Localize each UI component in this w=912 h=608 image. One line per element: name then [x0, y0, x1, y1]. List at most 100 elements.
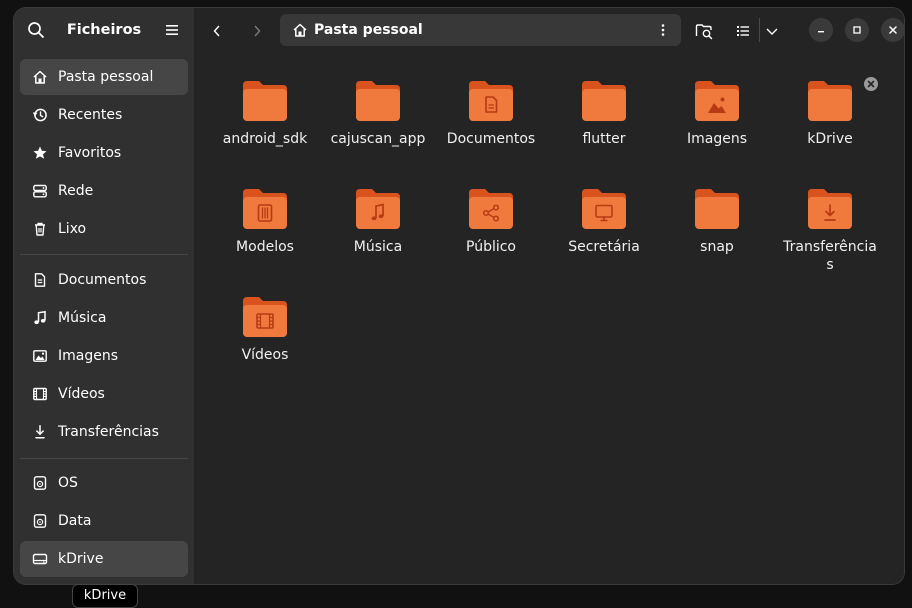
network-icon [32, 183, 48, 199]
sidebar-item-music[interactable]: Música [20, 300, 188, 336]
close-icon [867, 80, 875, 88]
tooltip: kDrive [72, 584, 138, 608]
minimize-button[interactable] [809, 18, 833, 42]
sidebar-item-label: Imagens [58, 348, 119, 364]
sidebar-item-label: Transferências [58, 424, 159, 440]
main-menu-button[interactable] [162, 20, 182, 40]
folder-item[interactable]: flutter [554, 79, 654, 148]
folder-videos-icon [243, 297, 287, 337]
folder-item[interactable]: kDrive [780, 79, 880, 148]
chevron-down-icon [766, 28, 778, 35]
back-button[interactable] [206, 20, 228, 42]
folder-item[interactable]: snap [667, 187, 767, 256]
folder-item[interactable]: cajuscan_app [328, 79, 428, 148]
file-manager-window: Ficheiros Pasta pessoal Recentes Favorit… [14, 8, 904, 584]
drive-icon [32, 551, 48, 567]
app-title: Ficheiros [66, 22, 142, 38]
maximize-icon [853, 26, 861, 34]
folder-publicshare-icon [469, 189, 513, 229]
folder-item[interactable]: Música [328, 187, 428, 256]
sidebar-item-network[interactable]: Rede [20, 173, 188, 209]
document-icon [32, 272, 48, 288]
folder-icon [582, 81, 626, 121]
folder-icon [808, 81, 852, 121]
clock-icon [32, 107, 48, 123]
folder-icon [243, 81, 287, 121]
music-icon [32, 310, 48, 326]
folder-item[interactable]: Transferências [780, 187, 880, 274]
view-list-button[interactable] [732, 20, 754, 42]
download-icon [32, 424, 48, 440]
sidebar-item-data[interactable]: Data [20, 503, 188, 539]
sidebar-item-label: Data [58, 513, 92, 529]
folder-name: Imagens [686, 131, 747, 147]
sidebar-item-pictures[interactable]: Imagens [20, 338, 188, 374]
folder-item[interactable]: Imagens [667, 79, 767, 148]
sidebar: Ficheiros Pasta pessoal Recentes Favorit… [14, 8, 194, 584]
sidebar-item-label: Documentos [58, 272, 147, 288]
sidebar-header: Ficheiros [14, 8, 194, 52]
sidebar-separator [20, 458, 188, 459]
trash-icon [32, 221, 48, 237]
image-icon [32, 348, 48, 364]
search-button[interactable] [26, 20, 46, 40]
sidebar-item-kdrive[interactable]: kDrive [20, 541, 188, 577]
sidebar-item-label: Favoritos [58, 145, 122, 161]
folder-name: Transferências [783, 239, 877, 273]
folder-icon [695, 189, 739, 229]
folder-documents-icon [469, 81, 513, 121]
view-options-button[interactable] [761, 20, 783, 42]
folder-name: Documentos [446, 131, 536, 147]
breadcrumb[interactable]: Pasta pessoal [314, 22, 423, 38]
toolbar-separator [759, 18, 760, 42]
sidebar-item-starred[interactable]: Favoritos [20, 135, 188, 171]
folder-name: Público [466, 239, 516, 255]
chevron-left-icon [213, 25, 220, 37]
sidebar-item-label: Vídeos [58, 386, 105, 402]
sidebar-item-videos[interactable]: Vídeos [20, 376, 188, 412]
close-button[interactable] [881, 18, 904, 42]
folder-item[interactable]: Secretária [554, 187, 654, 256]
video-icon [32, 386, 48, 402]
sidebar-item-label: Pasta pessoal [58, 69, 154, 85]
hamburger-menu-icon [166, 25, 178, 35]
folder-download-icon [808, 189, 852, 229]
sidebar-item-documents[interactable]: Documentos [20, 262, 188, 298]
sidebar-item-label: Rede [58, 183, 94, 199]
maximize-button[interactable] [845, 18, 869, 42]
sidebar-item-label: Recentes [58, 107, 123, 123]
folder-name: snap [700, 239, 734, 255]
sidebar-item-label: kDrive [58, 551, 104, 567]
folder-item[interactable]: android_sdk [215, 79, 315, 148]
folder-music-icon [356, 189, 400, 229]
path-bar[interactable]: Pasta pessoal [280, 14, 681, 46]
search-folder-button[interactable] [693, 20, 715, 42]
sidebar-item-recent[interactable]: Recentes [20, 97, 188, 133]
folder-item[interactable]: Modelos [215, 187, 315, 256]
folder-item[interactable]: Público [441, 187, 541, 256]
sidebar-item-label: Música [58, 310, 107, 326]
search-icon [28, 22, 44, 38]
sidebar-item-os[interactable]: OS [20, 465, 188, 501]
folder-templates-icon [243, 189, 287, 229]
folder-name: flutter [582, 131, 626, 147]
sidebar-item-trash[interactable]: Lixo [20, 211, 188, 247]
list-view-icon [737, 26, 749, 36]
sidebar-item-home[interactable]: Pasta pessoal [20, 59, 188, 95]
forward-button[interactable] [246, 20, 268, 42]
sidebar-item-label: OS [58, 475, 78, 491]
close-icon [889, 26, 897, 34]
folder-item[interactable]: Documentos [441, 79, 541, 148]
path-menu-button[interactable] [655, 22, 671, 38]
chevron-right-icon [254, 25, 261, 37]
sidebar-separator [20, 254, 188, 255]
folder-item[interactable]: Vídeos [215, 295, 315, 364]
main-content: Pasta pessoal android_sdk cajuscan_app D… [194, 8, 904, 584]
folder-desktop-icon [582, 189, 626, 229]
more-vertical-icon [661, 24, 665, 36]
unmount-button[interactable] [864, 77, 878, 91]
folder-name: android_sdk [222, 131, 308, 147]
folder-name: Secretária [568, 239, 640, 255]
folder-name: Música [353, 239, 403, 255]
sidebar-item-downloads[interactable]: Transferências [20, 414, 188, 450]
